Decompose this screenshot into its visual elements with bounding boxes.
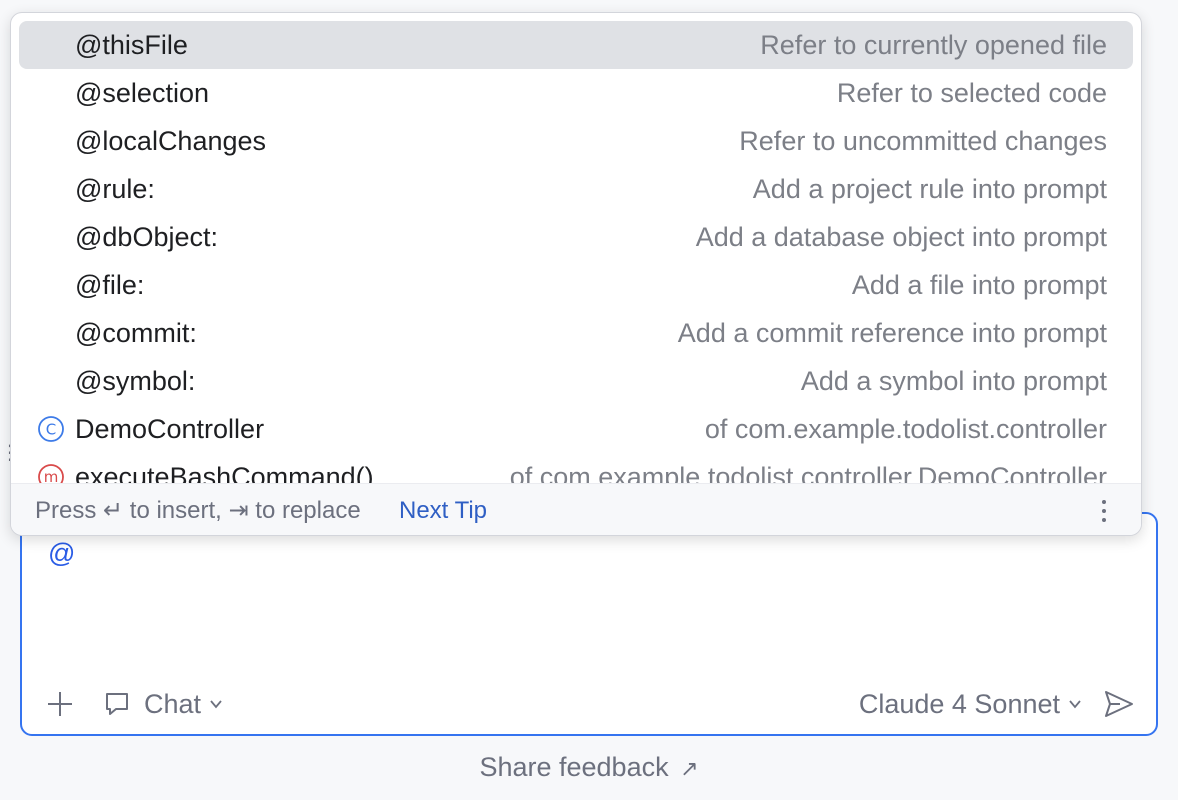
mode-selector-button[interactable]: Chat — [104, 686, 223, 722]
completion-item-symbol[interactable]: @symbol: Add a symbol into prompt — [19, 357, 1133, 405]
insert-replace-hint: Press ↵ to insert, ⇥ to replace — [35, 497, 361, 524]
completion-item-thisfile[interactable]: @thisFile Refer to currently opened file — [19, 21, 1133, 69]
mention-completion-popup: @thisFile Refer to currently opened file… — [10, 12, 1142, 536]
popup-status-bar: Press ↵ to insert, ⇥ to replace Next Tip — [11, 483, 1141, 535]
completion-item-executebashcommand[interactable]: m executeBashCommand() of com.example.to… — [19, 453, 1133, 483]
completion-item-file[interactable]: @file: Add a file into prompt — [19, 261, 1133, 309]
method-icon: m — [38, 464, 64, 483]
external-link-icon: ↗ — [680, 756, 699, 781]
chevron-down-icon — [1069, 700, 1081, 709]
add-context-icon[interactable] — [44, 688, 76, 720]
chevron-down-icon — [210, 700, 222, 709]
completion-item-dbobject[interactable]: @dbObject: Add a database object into pr… — [19, 213, 1133, 261]
input-toolbar: Chat Claude 4 Sonnet — [22, 684, 1156, 724]
completion-item-democontroller[interactable]: C DemoController of com.example.todolist… — [19, 405, 1133, 453]
chat-bubble-icon — [106, 693, 128, 715]
class-icon: C — [38, 416, 64, 442]
completion-item-commit[interactable]: @commit: Add a commit reference into pro… — [19, 309, 1133, 357]
next-tip-link[interactable]: Next Tip — [399, 484, 487, 535]
svg-text:C: C — [46, 421, 56, 439]
share-feedback-link[interactable]: Share feedback ↗ — [0, 752, 1178, 783]
model-selector-label: Claude 4 Sonnet — [858, 688, 1060, 719]
completion-item-rule[interactable]: @rule: Add a project rule into prompt — [19, 165, 1133, 213]
chat-input-value[interactable]: @ — [48, 538, 75, 569]
mode-selector-label: Chat — [144, 688, 202, 719]
send-icon[interactable] — [1102, 687, 1136, 721]
completion-item-selection[interactable]: @selection Refer to selected code — [19, 69, 1133, 117]
svg-text:m: m — [44, 468, 59, 483]
model-selector-button[interactable]: Claude 4 Sonnet — [859, 686, 1082, 722]
completion-item-localchanges[interactable]: @localChanges Refer to uncommitted chang… — [19, 117, 1133, 165]
completion-list[interactable]: @thisFile Refer to currently opened file… — [11, 13, 1141, 483]
more-options-icon[interactable] — [1089, 496, 1119, 526]
chat-input-box[interactable]: @ Chat Claude 4 Sonnet — [20, 512, 1158, 736]
share-feedback-label: Share feedback — [479, 752, 669, 782]
